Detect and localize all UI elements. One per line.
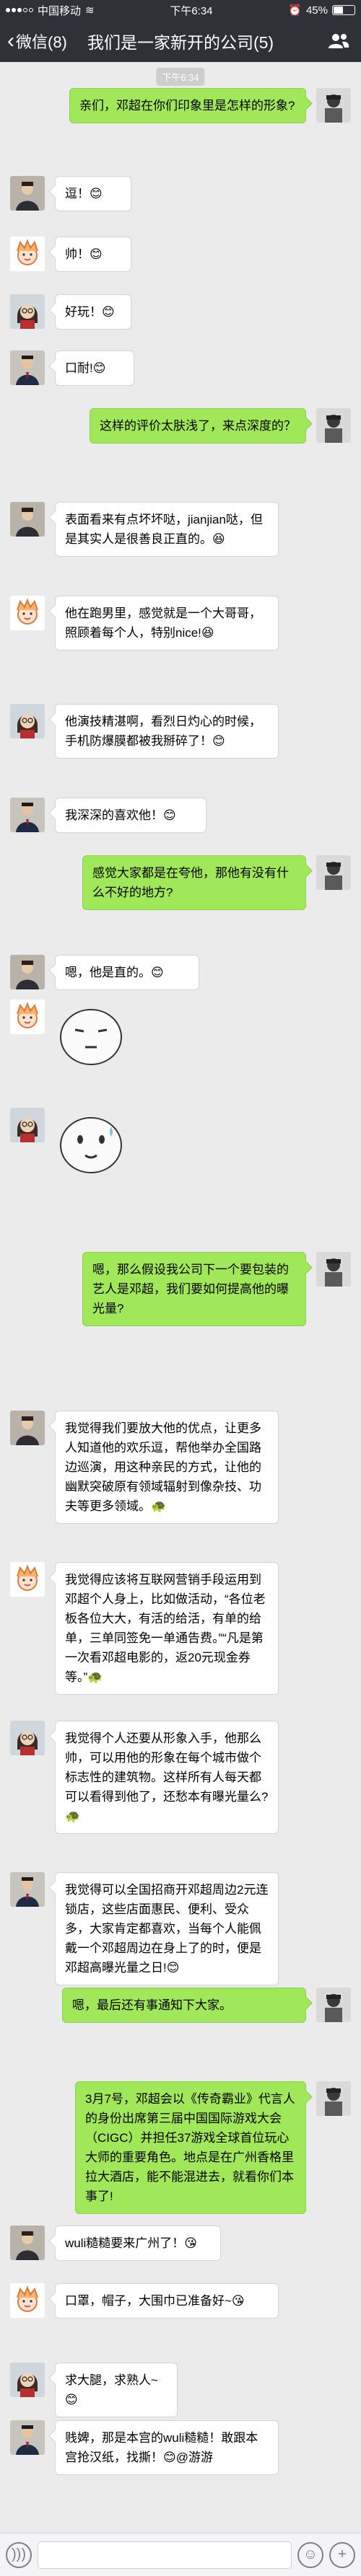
message-input[interactable] (38, 2541, 292, 2569)
status-right: ⏰ 45% (288, 4, 355, 17)
message-bubble[interactable]: 他演技精湛啊，看烈日灼心的时候，手机防爆膜都被我掰碎了！😊 (55, 704, 279, 759)
input-bar: ))) ☺ + (0, 2533, 361, 2576)
message-bubble[interactable]: 逗！😊 (55, 176, 131, 211)
sticker-meh-face[interactable] (55, 1000, 127, 1072)
status-bar: 中国移动 ≋ 下午6:34 ⏰ 45% (0, 0, 361, 20)
message-bubble[interactable]: 3月7号，邓超会以《传奇霸业》代言人的身份出席第三届中国国际游戏大会（CIGC）… (75, 2081, 306, 2214)
message-bubble[interactable]: 我觉得个人还要从形象入手，他那么帅，可以用他的形象在每个城市做个标志性的建筑物。… (55, 1721, 279, 1834)
message-bubble[interactable]: 我觉得我们要放大他的优点，让更多人知道他的欢乐逗，帮他举办全国路边巡演，用这种亲… (55, 1411, 279, 1524)
message-bubble[interactable]: wuli糙糙要来广州了！😘 (55, 2226, 221, 2261)
chat-area[interactable]: 下午6:34 亲们，邓超在你们印象里是怎样的形象? 逗！😊 帅！😊 好玩！😊 口耐!😊 这… (0, 62, 361, 2533)
group-info-icon[interactable] (328, 33, 349, 49)
alarm-icon: ⏰ (288, 4, 302, 17)
battery-icon (331, 5, 355, 15)
avatar-cartoon-girl[interactable] (10, 237, 45, 271)
avatar-self[interactable] (316, 1252, 351, 1287)
plus-icon[interactable]: + (329, 2541, 355, 2568)
back-button[interactable]: ‹ 微信(8) (7, 30, 67, 53)
avatar-man-suit[interactable] (10, 176, 45, 211)
avatar-man-suit[interactable] (10, 2226, 45, 2260)
avatar-cartoon-girl[interactable] (10, 1562, 45, 1597)
battery-percent: 45% (305, 4, 328, 17)
message-bubble[interactable]: 好玩！😊 (55, 294, 131, 330)
message-bubble[interactable]: 嗯，那么假设我公司下一个要包装的艺人是邓超，我们要如何提高他的曝光量? (82, 1252, 306, 1326)
avatar-self[interactable] (316, 1988, 351, 2022)
message-bubble[interactable]: 亲们，邓超在你们印象里是怎样的形象? (69, 88, 306, 123)
avatar-man-suit2[interactable] (10, 1872, 45, 1907)
voice-icon[interactable]: ))) (6, 2541, 32, 2568)
avatar-man-suit[interactable] (10, 1411, 45, 1445)
nav-bar: ‹ 微信(8) 我们是一家新开的公司(5) (0, 20, 361, 62)
avatar-cartoon-girl[interactable] (10, 596, 45, 630)
avatar-girl-glasses[interactable] (10, 294, 45, 329)
message-bubble[interactable]: 贱婢，那是本宫的wuli糙糙！敢跟本宫抢汉纸，找撕！😊@游游 (55, 2420, 279, 2475)
avatar-self[interactable] (316, 408, 351, 443)
avatar-self[interactable] (316, 855, 351, 890)
avatar-girl-glasses[interactable] (10, 704, 45, 738)
avatar-girl-glasses[interactable] (10, 2363, 45, 2397)
message-bubble[interactable]: 表面看来有点坏坏哒，jianjian哒，但是其实人是很善良正直的。😆 (55, 502, 279, 557)
avatar-man-suit2[interactable] (10, 2420, 45, 2455)
status-left: 中国移动 ≋ (6, 3, 95, 18)
message-bubble[interactable]: 嗯，他是直的。😊 (55, 955, 199, 990)
wifi-icon: ≋ (85, 4, 95, 17)
carrier-label: 中国移动 (38, 4, 82, 17)
avatar-cartoon-girl[interactable] (10, 1000, 45, 1034)
message-bubble[interactable]: 这样的评价太肤浅了，来点深度的？ (90, 408, 306, 444)
emoji-icon[interactable]: ☺ (297, 2541, 323, 2568)
status-time: 下午6:34 (170, 4, 213, 17)
message-bubble[interactable]: 嗯，最后还有事通知下大家。 (62, 1988, 306, 2023)
signal-icon (6, 8, 33, 12)
timestamp: 下午6:34 (156, 68, 205, 86)
sticker-sweat-face[interactable] (55, 1108, 127, 1180)
message-bubble[interactable]: 他在跑男里，感觉就是一个大哥哥，照顾着每个人，特别nice!😆 (55, 596, 279, 650)
message-bubble[interactable]: 帅！😊 (55, 237, 131, 272)
avatar-man-suit2[interactable] (10, 798, 45, 832)
avatar-girl-glasses[interactable] (10, 1108, 45, 1142)
avatar-man-suit2[interactable] (10, 350, 45, 385)
avatar-man-suit[interactable] (10, 955, 45, 989)
message-bubble[interactable]: 求大腿，求熟人~😊 (55, 2363, 178, 2417)
message-bubble[interactable]: 口耐!😊 (55, 350, 134, 386)
message-bubble[interactable]: 我深深的喜欢他！😊 (55, 798, 206, 833)
back-label: 微信(8) (16, 33, 67, 51)
avatar-girl-glasses[interactable] (10, 1721, 45, 1755)
avatar-man-suit[interactable] (10, 502, 45, 537)
avatar-self[interactable] (316, 2081, 351, 2116)
avatar-cartoon-girl[interactable] (10, 2283, 45, 2318)
message-bubble[interactable]: 感觉大家都是在夸他，那他有没有什么不好的地方? (82, 855, 306, 910)
chevron-left-icon: ‹ (7, 29, 14, 53)
avatar-self[interactable] (316, 88, 351, 123)
message-bubble[interactable]: 我觉得可以全国招商开邓超周边2元连锁店，这些店面惠民、便利、受众多，大家肯定都喜… (55, 1872, 279, 1985)
message-bubble[interactable]: 我觉得应该将互联网营销手段运用到邓超个人身上，比如做活动，“各位老板各位大大，有… (55, 1562, 279, 1695)
message-bubble[interactable]: 口罩，帽子，大围巾已准备好~😘 (55, 2283, 279, 2319)
